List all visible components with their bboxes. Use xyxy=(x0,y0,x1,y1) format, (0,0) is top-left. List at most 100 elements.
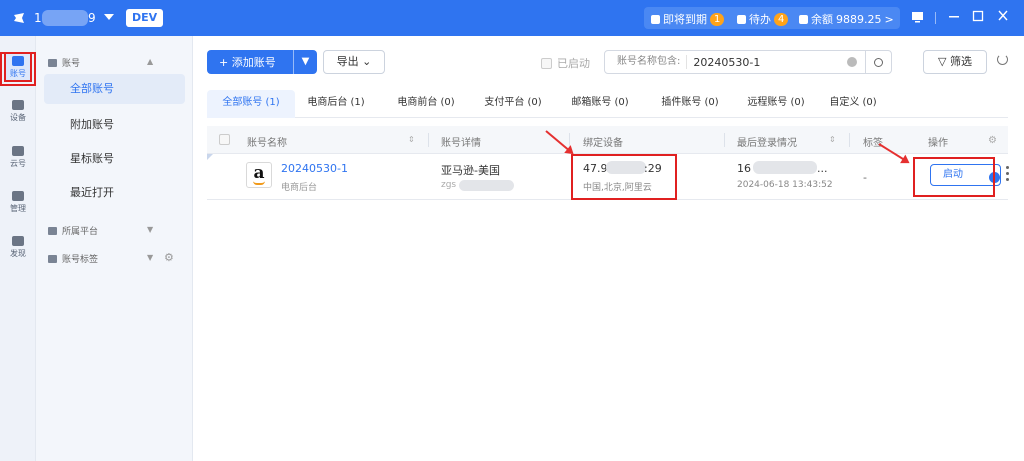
nav-device[interactable]: 设备 xyxy=(4,98,32,128)
tag-value: - xyxy=(863,171,867,184)
title-bar: 1 9 DEV 即将到期 1 待办 4 余额 9889.25 > xyxy=(0,0,1024,36)
start-button[interactable]: 启动 xyxy=(930,164,1001,186)
column-divider xyxy=(724,133,725,147)
cloud-icon xyxy=(12,146,24,156)
sort-icon[interactable]: ⇕ xyxy=(829,135,836,144)
primary-icon-nav: 账号 设备 云号 管理 发现 xyxy=(0,36,36,461)
col-last-login[interactable]: 最后登录情况 xyxy=(737,134,797,149)
account-id-prefix[interactable]: 1 xyxy=(34,11,42,25)
group-platform-label: 所属平台 xyxy=(62,227,99,237)
add-account-label: 添加账号 xyxy=(231,56,276,69)
search-icon xyxy=(874,57,883,67)
app-logo-icon xyxy=(12,11,26,25)
table-row[interactable]: a 20240530-1 电商后台 亚马逊-美国 zgs 47.9 :29 中国… xyxy=(207,154,1009,200)
device-ip-suffix: :29 xyxy=(644,162,662,175)
started-filter-checkbox[interactable]: 已启动 xyxy=(541,55,590,71)
platform-group-icon xyxy=(48,226,57,235)
nav-manage-label: 管理 xyxy=(10,204,26,213)
account-id-suffix[interactable]: 9 xyxy=(88,11,96,25)
last-login-time: 2024-06-18 13:43:52 xyxy=(737,180,833,190)
maximize-icon[interactable] xyxy=(972,9,984,27)
balance-label: 余额 xyxy=(811,13,833,26)
add-dropdown-chevron-icon[interactable]: ▼ xyxy=(293,50,317,74)
todo-label: 待办 xyxy=(749,13,771,26)
collapse-up-icon[interactable]: ▲ xyxy=(147,57,153,66)
sidenav-item-recent[interactable]: 最近打开 xyxy=(44,178,185,208)
started-filter-label: 已启动 xyxy=(557,57,590,70)
account-id-redacted xyxy=(42,10,88,26)
account-detail-sub: zgs xyxy=(441,180,457,190)
nav-account[interactable]: 账号 xyxy=(4,52,32,82)
device-location: 中国,北京,阿里云 xyxy=(583,183,652,193)
amazon-logo-icon: a xyxy=(246,162,272,188)
screen-icon[interactable] xyxy=(911,10,924,27)
store-icon xyxy=(12,56,24,66)
sort-icon[interactable]: ⇕ xyxy=(408,135,415,144)
sidenav-item-starred[interactable]: 星标账号 xyxy=(44,144,185,174)
account-group-icon xyxy=(48,58,57,67)
nav-manage[interactable]: 管理 xyxy=(4,189,32,219)
minimize-icon[interactable] xyxy=(948,9,960,27)
tab-ecommerce-frontend[interactable]: 电商前台 (0) xyxy=(387,90,465,118)
nav-discover-label: 发现 xyxy=(10,249,26,258)
col-name[interactable]: 账号名称 xyxy=(247,134,287,149)
expiring-button[interactable]: 即将到期 1 xyxy=(651,11,725,27)
tab-remote[interactable]: 远程账号 (0) xyxy=(737,90,815,118)
col-tags: 标签 xyxy=(863,138,883,149)
col-detail: 账号详情 xyxy=(441,138,481,149)
device-ip-prefix: 47.9 xyxy=(583,162,608,175)
tab-ecommerce-backend[interactable]: 电商后台 (1) xyxy=(297,90,375,118)
redacted-login xyxy=(753,161,817,174)
column-settings-gear-icon[interactable]: ⚙ xyxy=(988,135,997,146)
tab-all[interactable]: 全部账号 (1) xyxy=(207,90,295,118)
expand-down-icon[interactable]: ▼ xyxy=(147,253,153,262)
more-options-icon[interactable] xyxy=(1006,166,1009,184)
account-switch-caret-icon[interactable] xyxy=(104,14,114,20)
close-icon[interactable] xyxy=(997,9,1009,27)
group-tags[interactable]: 账号标签 xyxy=(48,252,98,265)
tag-group-icon xyxy=(48,254,57,263)
search-prefix: 账号名称包含: xyxy=(605,55,688,69)
nav-cloud-label: 云号 xyxy=(10,159,26,168)
last-login-ellipsis: ... xyxy=(817,162,828,175)
balance-button[interactable]: 余额 9889.25 > xyxy=(799,11,894,27)
calendar-icon xyxy=(651,14,660,24)
group-platform[interactable]: 所属平台 xyxy=(48,224,98,237)
todo-icon xyxy=(737,14,746,24)
nav-account-label: 账号 xyxy=(10,69,26,78)
compass-icon xyxy=(12,236,24,246)
expand-down-icon[interactable]: ▼ xyxy=(147,225,153,234)
chevron-down-icon: ⌄ xyxy=(362,55,372,68)
account-platform: 亚马逊-美国 xyxy=(441,164,500,177)
sidenav-item-all[interactable]: 全部账号 xyxy=(44,74,185,104)
col-device: 绑定设备 xyxy=(583,138,623,149)
todo-button[interactable]: 待办 4 xyxy=(737,11,789,27)
select-all-checkbox[interactable] xyxy=(219,134,230,145)
nav-cloud[interactable]: 云号 xyxy=(4,144,32,174)
row-star-corner xyxy=(207,154,213,160)
group-account[interactable]: 账号 xyxy=(48,56,80,69)
filter-button[interactable]: ▽ 筛选 xyxy=(923,50,987,74)
export-button[interactable]: 导出 ⌄ xyxy=(323,50,385,74)
refresh-icon[interactable] xyxy=(997,54,1008,65)
filter-icon: ▽ xyxy=(938,55,950,68)
gear-icon[interactable]: ⚙ xyxy=(164,251,174,264)
balance-value: 9889.25 xyxy=(836,12,882,26)
nav-discover[interactable]: 发现 xyxy=(4,234,32,264)
tab-custom[interactable]: 自定义 (0) xyxy=(819,90,887,118)
clear-icon[interactable] xyxy=(847,57,857,67)
search-input[interactable]: 20240530-1 xyxy=(693,56,847,69)
search-box[interactable]: 账号名称包含: 20240530-1 xyxy=(604,50,892,74)
filter-label: 筛选 xyxy=(949,55,972,68)
tab-plugin[interactable]: 插件账号 (0) xyxy=(651,90,729,118)
manage-icon xyxy=(12,191,24,201)
add-account-button[interactable]: + 添加账号 ▼ xyxy=(207,50,317,74)
search-button[interactable] xyxy=(865,51,891,73)
balance-chevron-icon: > xyxy=(884,12,894,26)
tab-email[interactable]: 邮箱账号 (0) xyxy=(561,90,639,118)
nav-device-label: 设备 xyxy=(10,113,26,122)
tab-payment[interactable]: 支付平台 (0) xyxy=(474,90,552,118)
sidenav-item-attached[interactable]: 附加账号 xyxy=(44,110,185,140)
account-name-link[interactable]: 20240530-1 xyxy=(281,162,348,175)
redacted-detail xyxy=(459,180,514,191)
